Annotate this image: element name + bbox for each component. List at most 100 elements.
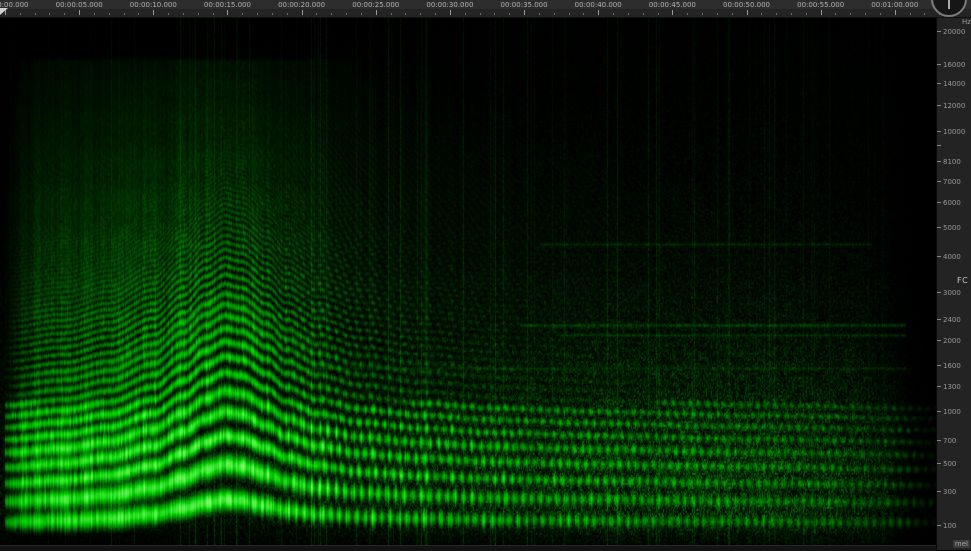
freq-tick-label: 4000 <box>943 253 961 261</box>
freq-tick <box>937 256 941 257</box>
freq-tick-label: 20000 <box>943 28 965 36</box>
playhead-marker[interactable] <box>0 8 8 15</box>
ruler-tick <box>242 13 243 15</box>
scrollbar-track[interactable] <box>0 545 936 551</box>
ruler-tick <box>835 13 836 15</box>
freq-tick <box>937 292 941 293</box>
time-label: 00:00:45.000 <box>649 1 696 9</box>
ruler-tick <box>761 13 762 15</box>
time-label: 00:00:50.000 <box>723 1 770 9</box>
ruler-tick <box>732 13 733 15</box>
ruler-tick <box>79 10 80 15</box>
ruler-tick <box>376 10 377 15</box>
audio-editor-window: 00:00:00.00000:00:05.00000:00:10.00000:0… <box>0 0 971 550</box>
ruler-tick <box>287 13 288 15</box>
ruler-tick <box>850 13 851 15</box>
ruler-tick <box>687 13 688 15</box>
freq-tick-label: 3000 <box>943 289 961 297</box>
ruler-tick <box>524 10 525 15</box>
ruler-tick <box>613 13 614 15</box>
ruler-tick <box>272 13 273 15</box>
freq-tick-label: 6000 <box>943 199 961 207</box>
ruler-tick <box>895 10 896 15</box>
ruler-tick <box>168 13 169 15</box>
freq-tick-label: 5000 <box>943 224 961 232</box>
freq-tick-label: 16000 <box>943 61 965 69</box>
freq-tick <box>937 31 941 32</box>
ruler-tick <box>316 13 317 15</box>
ruler-tick <box>109 13 110 15</box>
freq-tick-label: 2400 <box>943 316 961 324</box>
ruler-tick <box>153 10 154 15</box>
freq-tick-label: 100 <box>943 522 956 530</box>
ruler-tick <box>420 13 421 15</box>
ruler-tick <box>924 13 925 15</box>
ruler-tick <box>509 13 510 15</box>
freq-tick <box>937 440 941 441</box>
time-label: 00:01:00.000 <box>871 1 918 9</box>
ruler-tick <box>672 10 673 15</box>
ruler-tick <box>880 13 881 15</box>
freq-tick <box>937 181 941 182</box>
freq-tick-label: 14000 <box>943 80 965 88</box>
ruler-tick <box>643 13 644 15</box>
ruler-tick <box>465 13 466 15</box>
freq-tick <box>937 131 941 132</box>
ruler-tick <box>554 13 555 15</box>
ruler-tick <box>791 13 792 15</box>
ruler-tick <box>94 13 95 15</box>
mel-unit-button[interactable]: mel <box>953 540 970 548</box>
freq-tick <box>937 145 941 146</box>
ruler-tick <box>717 13 718 15</box>
ruler-tick <box>865 13 866 15</box>
ruler-tick <box>747 10 748 15</box>
fc-label: FC <box>957 276 968 285</box>
freq-tick-label: 2000 <box>943 337 961 345</box>
time-ruler[interactable]: 00:00:00.00000:00:05.00000:00:10.00000:0… <box>0 0 971 18</box>
ruler-tick <box>124 13 125 15</box>
ruler-tick <box>494 13 495 15</box>
ruler-tick <box>213 13 214 15</box>
ruler-tick <box>198 13 199 15</box>
knob-indicator-icon <box>948 0 950 9</box>
freq-tick-label: 8100 <box>943 158 961 166</box>
freq-tick-label: 300 <box>943 488 956 496</box>
freq-tick <box>937 386 941 387</box>
freq-tick <box>937 105 941 106</box>
freq-tick-label: 700 <box>943 437 956 445</box>
ruler-tick <box>776 13 777 15</box>
freq-tick <box>937 202 941 203</box>
freq-tick <box>937 319 941 320</box>
freq-tick <box>937 227 941 228</box>
ruler-tick <box>227 10 228 15</box>
ruler-tick <box>35 13 36 15</box>
freq-tick <box>937 365 941 366</box>
ruler-tick <box>331 13 332 15</box>
ruler-tick <box>435 13 436 15</box>
time-label: 00:00:20.000 <box>278 1 325 9</box>
freq-tick-label: 1300 <box>943 383 961 391</box>
time-label: 00:00:55.000 <box>797 1 844 9</box>
ruler-tick <box>569 13 570 15</box>
spectrogram-canvas[interactable] <box>0 17 936 545</box>
ruler-tick <box>821 10 822 15</box>
ruler-tick <box>20 13 21 15</box>
ruler-tick <box>64 13 65 15</box>
time-label: 00:00:35.000 <box>501 1 548 9</box>
hz-unit-label: Hz <box>962 18 971 26</box>
ruler-tick <box>346 13 347 15</box>
freq-tick-label: 12000 <box>943 102 965 110</box>
ruler-tick <box>302 10 303 15</box>
freq-tick <box>937 463 941 464</box>
ruler-tick <box>361 13 362 15</box>
freq-tick-label: 1600 <box>943 362 961 370</box>
ruler-tick <box>628 13 629 15</box>
ruler-tick <box>539 13 540 15</box>
freq-tick-label: 1000 <box>943 408 961 416</box>
ruler-tick <box>583 13 584 15</box>
ruler-tick <box>450 10 451 15</box>
time-label: 00:00:40.000 <box>575 1 622 9</box>
ruler-tick <box>391 13 392 15</box>
ruler-tick <box>702 13 703 15</box>
time-label: 00:00:25.000 <box>352 1 399 9</box>
